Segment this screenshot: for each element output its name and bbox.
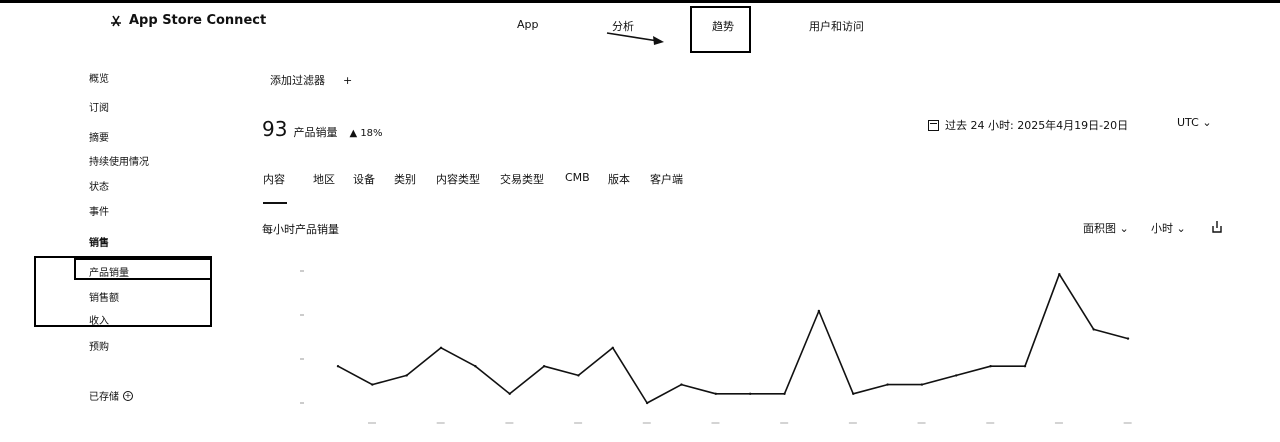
data-point[interactable] bbox=[783, 392, 786, 395]
plus-icon: + bbox=[343, 73, 353, 87]
chevron-down-icon: ⌄ bbox=[1202, 116, 1212, 129]
add-circle-icon: + bbox=[123, 390, 133, 401]
tab-version[interactable]: 版本 bbox=[608, 171, 630, 187]
data-point[interactable] bbox=[577, 374, 580, 377]
data-point[interactable] bbox=[371, 383, 374, 386]
granularity-dropdown[interactable]: 小时 ⌄ bbox=[1151, 220, 1186, 236]
data-point[interactable] bbox=[748, 392, 752, 395]
data-point[interactable] bbox=[852, 392, 855, 395]
chevron-down-icon: ⌄ bbox=[1119, 222, 1129, 235]
data-point[interactable] bbox=[714, 392, 718, 395]
tab-content[interactable]: 内容 bbox=[263, 171, 285, 187]
highlight-box-trends bbox=[690, 6, 751, 53]
timezone-dropdown[interactable]: UTC ⌄ bbox=[1177, 116, 1212, 129]
nav-users-and-access[interactable]: 用户和访问 bbox=[809, 18, 864, 34]
tab-cmb[interactable]: CMB bbox=[565, 171, 590, 184]
highlight-box-units bbox=[74, 258, 212, 280]
chevron-down-icon: ⌄ bbox=[1176, 222, 1186, 235]
tab-transaction-type[interactable]: 交易类型 bbox=[500, 171, 544, 187]
tab-territory[interactable]: 地区 bbox=[313, 171, 335, 187]
data-point[interactable] bbox=[955, 374, 958, 377]
data-point[interactable] bbox=[680, 383, 683, 386]
date-range-picker[interactable]: 过去 24 小时: 2025年4月19日-20日 bbox=[928, 117, 1128, 133]
export-icon[interactable] bbox=[1210, 220, 1224, 234]
sidebar-item-summary[interactable]: 摘要 bbox=[89, 129, 109, 144]
sidebar-item-subscriptions[interactable]: 订阅 bbox=[89, 99, 109, 114]
data-point[interactable] bbox=[1126, 337, 1130, 340]
sidebar-item-retention[interactable]: 持续使用情况 bbox=[89, 153, 149, 168]
sidebar-heading-sales: 销售 bbox=[89, 238, 109, 249]
metric-label: 产品销量 bbox=[293, 126, 338, 139]
series-line bbox=[337, 273, 1129, 404]
chart-type-label: 面积图 bbox=[1083, 222, 1116, 235]
data-point[interactable] bbox=[886, 383, 889, 386]
data-point[interactable] bbox=[508, 392, 511, 395]
calendar-icon bbox=[928, 119, 939, 131]
date-range-label: 过去 24 小时: 2025年4月19日-20日 bbox=[945, 119, 1129, 132]
sidebar-item-overview[interactable]: 概览 bbox=[89, 70, 109, 85]
saved-label: 已存储 bbox=[89, 392, 119, 403]
sidebar-item-events[interactable]: 事件 bbox=[89, 203, 109, 218]
data-point[interactable] bbox=[920, 383, 924, 386]
data-point[interactable] bbox=[405, 374, 408, 377]
sidebar-item-status[interactable]: 状态 bbox=[89, 178, 109, 193]
sidebar-item-preorders[interactable]: 预购 bbox=[89, 338, 109, 353]
metric-value: 93 bbox=[262, 117, 288, 141]
data-point[interactable] bbox=[1092, 328, 1095, 331]
annotation-arrow-icon bbox=[606, 32, 664, 45]
tab-category[interactable]: 类别 bbox=[394, 171, 416, 187]
data-point[interactable] bbox=[989, 365, 992, 368]
granularity-label: 小时 bbox=[1151, 222, 1173, 235]
nav-app[interactable]: App bbox=[517, 18, 539, 31]
data-point[interactable] bbox=[542, 365, 546, 368]
add-filter-button[interactable]: 添加过滤器 + bbox=[270, 72, 352, 88]
data-point[interactable] bbox=[817, 309, 821, 313]
data-point[interactable] bbox=[336, 365, 340, 368]
timezone-label: UTC bbox=[1177, 116, 1199, 129]
data-point[interactable] bbox=[439, 346, 443, 349]
sidebar: 概览 订阅 摘要 持续使用情况 状态 事件 销售 产品销量 销售额 收入 预购 … bbox=[0, 0, 240, 442]
data-point[interactable] bbox=[611, 346, 614, 349]
tab-device[interactable]: 设备 bbox=[353, 171, 375, 187]
metric-summary: 93 产品销量 ▲ 18% bbox=[262, 117, 383, 141]
data-point[interactable] bbox=[474, 365, 477, 368]
hourly-units-chart bbox=[300, 270, 1132, 424]
add-filter-label: 添加过滤器 bbox=[270, 74, 325, 87]
metric-delta: ▲ 18% bbox=[349, 128, 383, 139]
chart-title: 每小时产品销量 bbox=[262, 223, 339, 236]
chart-type-dropdown[interactable]: 面积图 ⌄ bbox=[1083, 220, 1129, 236]
tab-content-type[interactable]: 内容类型 bbox=[436, 171, 480, 187]
data-point[interactable] bbox=[1058, 273, 1061, 276]
active-tab-indicator bbox=[263, 202, 287, 204]
data-point[interactable] bbox=[1023, 365, 1027, 368]
tab-client[interactable]: 客户端 bbox=[650, 171, 683, 187]
data-point[interactable] bbox=[645, 401, 649, 405]
saved-reports-button[interactable]: 已存储 + bbox=[89, 388, 133, 403]
